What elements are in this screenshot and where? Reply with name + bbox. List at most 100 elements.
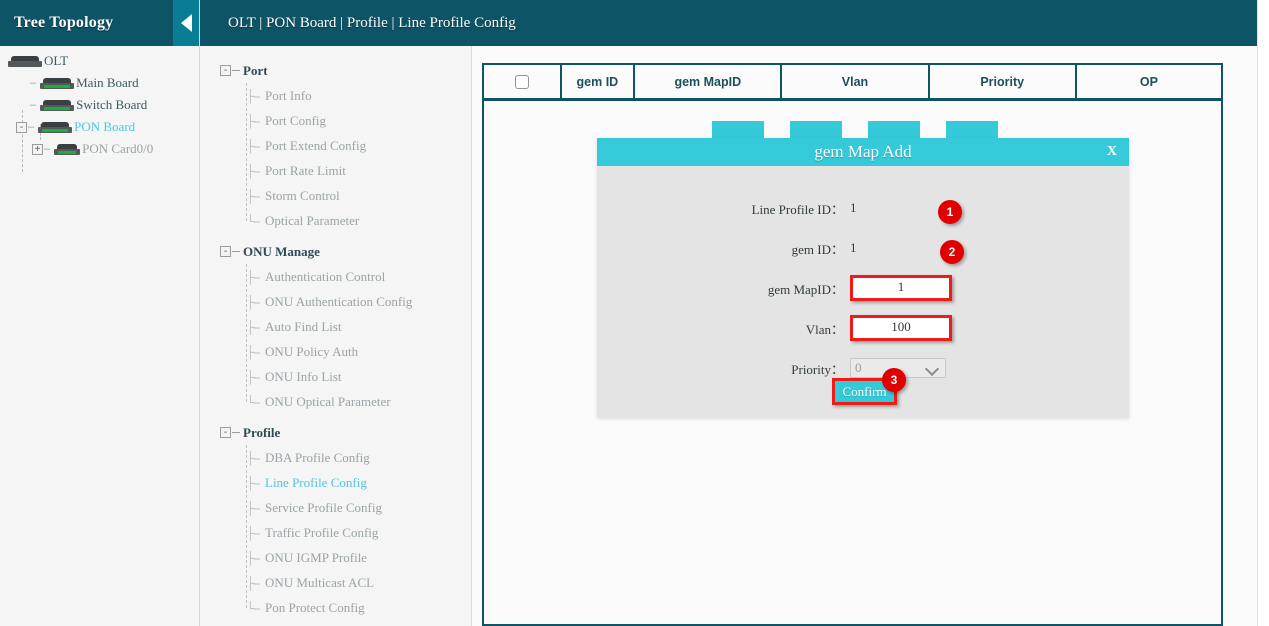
tree-topology-header: Tree Topology <box>0 0 199 46</box>
menu-item-service-profile-config[interactable]: ├--Service Profile Config <box>200 495 471 520</box>
menu-item-port-rate-limit[interactable]: ├--Port Rate Limit <box>200 158 471 183</box>
menu-group-port[interactable]: -Port <box>200 58 471 83</box>
device-board-icon <box>40 100 74 111</box>
vlan-label: Vlan： <box>597 319 850 338</box>
menu-group-expander-icon[interactable]: - <box>220 427 231 438</box>
column-header-gem-id[interactable]: gem ID <box>562 65 636 98</box>
dialog-title: gem Map Add <box>814 142 911 162</box>
column-header-vlan[interactable]: Vlan <box>782 65 929 98</box>
menu-item-storm-control[interactable]: ├--Storm Control <box>200 183 471 208</box>
menu-item-label: ONU Authentication Config <box>265 294 412 310</box>
menu-group-items: ├--DBA Profile Config├--Line Profile Con… <box>200 445 471 620</box>
menu-group-profile[interactable]: - Profile <box>200 420 471 445</box>
menu-item-port-config[interactable]: ├--Port Config <box>200 108 471 133</box>
menu-group-label: ONU Manage <box>243 244 320 260</box>
column-header-op[interactable]: OP <box>1077 65 1221 98</box>
menu-item-label: Authentication Control <box>265 269 385 285</box>
menu-item-branch-icon: ├-- <box>246 345 260 359</box>
menu-item-label: Port Extend Config <box>265 138 366 154</box>
menu-group-label: Profile <box>243 425 280 441</box>
column-header-label: Vlan <box>842 75 868 89</box>
column-header-priority[interactable]: Priority <box>930 65 1077 98</box>
menu-group-onu-manage[interactable]: - ONU Manage <box>200 239 471 264</box>
gem-mapid-input[interactable]: 1 <box>853 278 949 298</box>
menu-item-label: ONU Policy Auth <box>265 344 358 360</box>
menu-item-traffic-profile-config[interactable]: ├--Traffic Profile Config <box>200 520 471 545</box>
menu-item-label: ONU Optical Parameter <box>265 394 391 410</box>
priority-selected-value: 0 <box>855 360 862 376</box>
gem-map-add-dialog: gem Map Add X Line Profile ID： 1 gem ID：… <box>597 138 1129 418</box>
tree-topology-panel: Tree Topology OLT – Main Board – <box>0 0 200 626</box>
tree-item-main-board[interactable]: – Main Board <box>0 72 199 94</box>
tree-item-label: PON Card0/0 <box>82 141 153 157</box>
menu-item-auto-find-list[interactable]: ├-- Auto Find List <box>200 314 471 339</box>
caret-left-icon <box>181 14 192 32</box>
vlan-highlight: 100 <box>850 315 952 341</box>
vlan-input[interactable]: 100 <box>853 318 949 338</box>
menu-item-onu-authentication-config[interactable]: ├-- ONU Authentication Config <box>200 289 471 314</box>
menu-item-branch-icon: ├-- <box>246 270 260 284</box>
menu-item-onu-optical-parameter[interactable]: └--ONU Optical Parameter <box>200 389 471 414</box>
menu-item-label: Pon Protect Config <box>265 600 365 616</box>
menu-item-authentication-control[interactable]: ├-- Authentication Control <box>200 264 471 289</box>
page-scrollbar[interactable] <box>1257 0 1269 626</box>
line-profile-id-value: 1 <box>850 200 857 216</box>
gem-id-label: gem ID： <box>597 239 850 258</box>
tree-item-switch-board[interactable]: – Switch Board <box>0 94 199 116</box>
tree-expander-collapse-icon[interactable]: - <box>16 122 27 133</box>
menu-item-dba-profile-config[interactable]: ├--DBA Profile Config <box>200 445 471 470</box>
field-row-gem-id: gem ID： 1 <box>597 228 1129 268</box>
annotation-badge-1: 1 <box>938 200 962 224</box>
tree-branch-dash: – <box>30 99 36 111</box>
priority-label: Priority： <box>597 359 850 378</box>
column-header-label: Priority <box>980 75 1024 89</box>
gem-id-value: 1 <box>850 240 857 256</box>
menu-item-onu-igmp-profile[interactable]: ├--ONU IGMP Profile <box>200 545 471 570</box>
menu-item-label: Port Config <box>265 113 326 129</box>
menu-item-branch-icon: ├-- <box>246 370 260 384</box>
menu-item-label: Storm Control <box>265 188 340 204</box>
tree-branch-dash: – <box>44 143 50 155</box>
menu-item-onu-multicast-acl[interactable]: ├--ONU Multicast ACL <box>200 570 471 595</box>
close-icon[interactable]: X <box>1107 144 1117 160</box>
menu-item-pon-protect-config[interactable]: └--Pon Protect Config <box>200 595 471 620</box>
menu-item-branch-icon: ├-- <box>246 164 260 178</box>
column-header-label: gem ID <box>577 75 619 89</box>
device-pon-card-icon <box>54 144 80 155</box>
menu-group-expander-icon[interactable]: - <box>220 65 231 76</box>
tree-item-olt[interactable]: OLT <box>0 50 199 72</box>
menu-group-connector <box>232 251 240 252</box>
menu-item-onu-policy-auth[interactable]: ├-- ONU Policy Auth <box>200 339 471 364</box>
sidebar-collapse-button[interactable] <box>173 0 199 46</box>
device-board-icon <box>40 78 74 89</box>
menu-item-branch-icon: ├-- <box>246 320 260 334</box>
breadcrumb-bar: OLT | PON Board | Profile | Line Profile… <box>200 0 1257 46</box>
tree-expander-expand-icon[interactable]: + <box>32 144 43 155</box>
menu-item-branch-icon: ├-- <box>246 295 260 309</box>
menu-item-line-profile-config[interactable]: ├--Line Profile Config <box>200 470 471 495</box>
menu-item-port-info[interactable]: ├--Port Info <box>200 83 471 108</box>
menu-item-label: ONU Info List <box>265 369 342 385</box>
menu-item-optical-parameter[interactable]: └--Optical Parameter <box>200 208 471 233</box>
annotation-badge-3: 3 <box>882 368 906 392</box>
tree-item-pon-card[interactable]: + – PON Card0/0 <box>0 138 199 160</box>
menu-item-label: Auto Find List <box>265 319 342 335</box>
menu-group-connector <box>232 432 240 433</box>
column-header-gem-mapid[interactable]: gem MapID <box>635 65 782 98</box>
menu-group-items: ├-- Authentication Control ├-- ONU Authenti… <box>200 264 471 414</box>
select-all-checkbox[interactable] <box>515 75 529 89</box>
field-row-vlan: Vlan： 100 <box>597 308 1129 348</box>
menu-item-label: ONU IGMP Profile <box>265 550 367 566</box>
menu-item-port-extend-config[interactable]: ├--Port Extend Config <box>200 133 471 158</box>
menu-item-onu-info-list[interactable]: ├-- ONU Info List <box>200 364 471 389</box>
menu-item-branch-icon: ├-- <box>246 451 260 465</box>
menu-item-label: ONU Multicast ACL <box>265 575 374 591</box>
menu-group-items: ├--Port Info├--Port Config├--Port Extend… <box>200 83 471 233</box>
tree-item-pon-board[interactable]: - – PON Board <box>0 116 199 138</box>
tree-topology-title: Tree Topology <box>14 14 113 32</box>
column-header-select[interactable] <box>484 65 562 98</box>
dialog-body: Line Profile ID： 1 gem ID： 1 gem MapID： … <box>597 166 1129 418</box>
menu-item-label: Traffic Profile Config <box>265 525 378 541</box>
tree-item-label: PON Board <box>74 119 135 135</box>
menu-group-expander-icon[interactable]: - <box>220 246 231 257</box>
